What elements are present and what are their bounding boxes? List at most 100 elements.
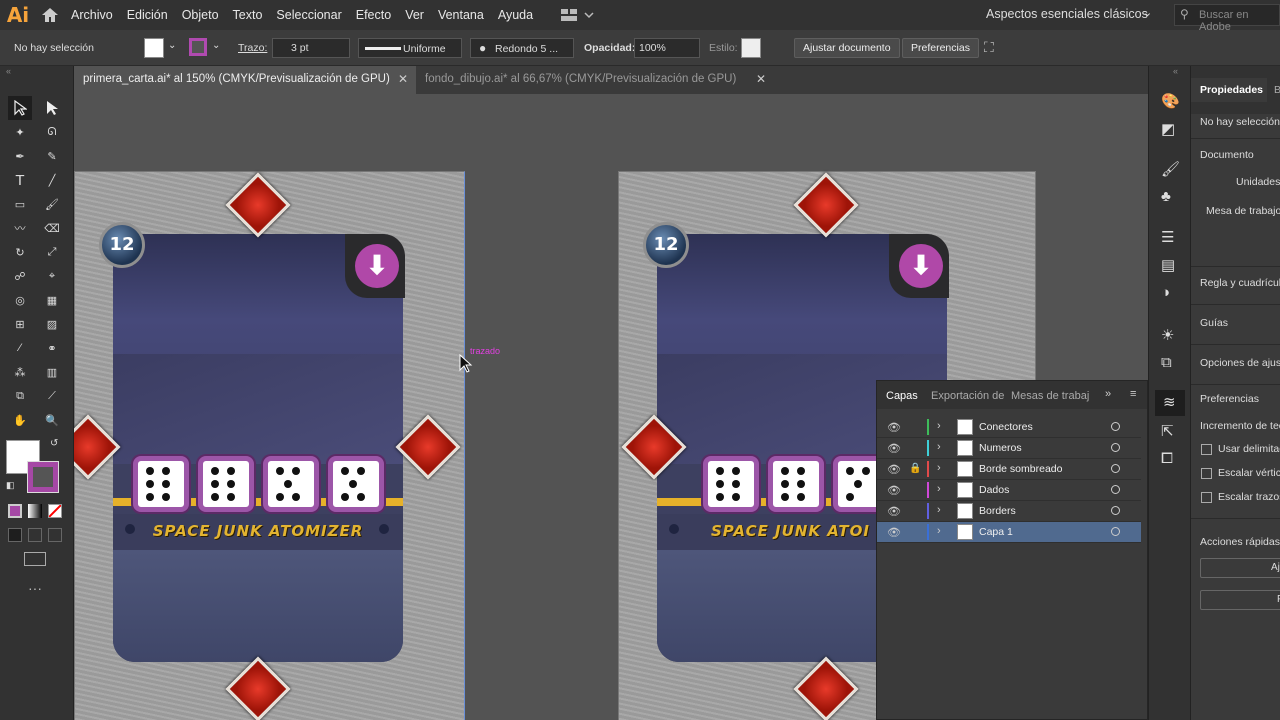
chevron-right-icon[interactable]: › bbox=[937, 462, 941, 474]
style-swatch[interactable] bbox=[741, 38, 761, 58]
menu-seleccionar[interactable]: Seleccionar bbox=[269, 8, 348, 22]
fill-swatch[interactable] bbox=[144, 38, 164, 58]
layer-row[interactable]: 👁 › Dados bbox=[877, 480, 1141, 501]
menu-objeto[interactable]: Objeto bbox=[175, 8, 226, 22]
layer-name[interactable]: Numeros bbox=[979, 442, 1022, 454]
screen-mode-icon[interactable] bbox=[24, 552, 46, 566]
symbol-sprayer-tool-icon[interactable]: ⁂ bbox=[8, 360, 32, 384]
color-guide-icon[interactable]: ◩ bbox=[1161, 120, 1175, 138]
eraser-tool-icon[interactable]: ⌫ bbox=[40, 216, 64, 240]
eye-icon[interactable]: 👁 bbox=[887, 484, 901, 497]
draw-behind-icon[interactable] bbox=[28, 528, 42, 542]
arrange-documents-icon[interactable] bbox=[560, 7, 594, 26]
target-icon[interactable] bbox=[1111, 527, 1120, 536]
chevron-right-icon[interactable]: › bbox=[937, 441, 941, 453]
target-icon[interactable] bbox=[1111, 443, 1120, 452]
expand-tabs-icon[interactable]: » bbox=[1105, 388, 1111, 400]
zoom-tool-icon[interactable]: 🔍 bbox=[40, 408, 64, 432]
stroke-weight-field[interactable]: 3 pt bbox=[272, 38, 350, 58]
tab-b[interactable]: B bbox=[1274, 84, 1280, 96]
fit-artboard-button[interactable]: Ajus bbox=[1200, 558, 1280, 578]
layer-name[interactable]: Borde sombreado bbox=[979, 463, 1062, 475]
menu-archivo[interactable]: Archivo bbox=[64, 8, 120, 22]
transform-icon[interactable]: ⛶ bbox=[984, 39, 994, 56]
target-icon[interactable] bbox=[1111, 485, 1120, 494]
lock-icon[interactable]: 🔒 bbox=[909, 463, 921, 474]
eye-icon[interactable]: 👁 bbox=[887, 421, 901, 434]
graph-tool-icon[interactable]: ▥ bbox=[40, 360, 64, 384]
direct-selection-tool-icon[interactable] bbox=[40, 96, 64, 120]
shaper-tool-icon[interactable]: 〰 bbox=[8, 216, 32, 240]
blend-tool-icon[interactable]: ⚭ bbox=[40, 336, 64, 360]
curvature-tool-icon[interactable]: ✎ bbox=[40, 144, 64, 168]
brush-definition[interactable]: ● Redondo 5 ... bbox=[470, 38, 574, 58]
workspace-chevron-icon[interactable]: ⌄ bbox=[1143, 6, 1152, 19]
tab-capas[interactable]: Capas bbox=[886, 390, 918, 402]
layer-row[interactable]: 👁 › Borders bbox=[877, 501, 1141, 522]
search-input[interactable]: Buscar en Adobe bbox=[1174, 4, 1280, 33]
fit-document-button[interactable]: Ajustar documento bbox=[794, 38, 900, 58]
panel-menu-icon[interactable]: ≡ bbox=[1130, 388, 1136, 400]
variable-width-profile[interactable]: Uniforme bbox=[358, 38, 462, 58]
menu-edicion[interactable]: Edición bbox=[120, 8, 175, 22]
chevron-right-icon[interactable]: › bbox=[937, 483, 941, 495]
gradient-panel-icon[interactable]: ▤ bbox=[1161, 256, 1175, 274]
slice-tool-icon[interactable]: ⟋ bbox=[40, 384, 64, 408]
die-six[interactable] bbox=[198, 456, 254, 512]
rotate-tool-icon[interactable]: ↻ bbox=[8, 240, 32, 264]
close-icon[interactable]: ✕ bbox=[398, 72, 408, 86]
eye-icon[interactable]: 👁 bbox=[887, 505, 901, 518]
stroke-color-icon[interactable] bbox=[27, 461, 59, 493]
brushes-icon[interactable]: 🖌 bbox=[1161, 160, 1180, 178]
rectangle-tool-icon[interactable]: ▭ bbox=[8, 192, 32, 216]
asset-export-icon[interactable]: ⇱ bbox=[1161, 422, 1174, 440]
tab-primera-carta[interactable]: primera_carta.ai* al 150% (CMYK/Previsua… bbox=[74, 66, 416, 94]
chevron-right-icon[interactable]: › bbox=[937, 525, 941, 537]
draw-inside-icon[interactable] bbox=[48, 528, 62, 542]
menu-efecto[interactable]: Efecto bbox=[349, 8, 398, 22]
line-tool-icon[interactable]: ╱ bbox=[40, 168, 64, 192]
close-icon[interactable]: ✕ bbox=[756, 72, 766, 86]
eyedropper-tool-icon[interactable]: ⁄ bbox=[8, 336, 32, 360]
more-tools-icon[interactable]: ··· bbox=[28, 580, 42, 596]
layer-name[interactable]: Borders bbox=[979, 505, 1016, 517]
none-mode-icon[interactable] bbox=[48, 504, 62, 518]
chevron-right-icon[interactable]: › bbox=[937, 504, 941, 516]
artboard-tool-icon[interactable]: ⧉ bbox=[8, 384, 32, 408]
pen-tool-icon[interactable]: ✒ bbox=[8, 144, 32, 168]
stroke-dropdown-icon[interactable]: ⌄ bbox=[212, 40, 220, 51]
layer-name[interactable]: Dados bbox=[979, 484, 1009, 496]
die-five[interactable] bbox=[328, 456, 384, 512]
gradient-mode-icon[interactable] bbox=[28, 504, 42, 518]
tab-fondo-dibujo[interactable]: fondo_dibujo.ai* al 66,67% (CMYK/Previsu… bbox=[416, 66, 766, 94]
opacity-field[interactable]: 100% bbox=[634, 38, 700, 58]
target-icon[interactable] bbox=[1111, 464, 1120, 473]
selection-tool-icon[interactable] bbox=[8, 96, 32, 120]
rulers-grid-section[interactable]: Regla y cuadrícula bbox=[1200, 277, 1280, 289]
gradient-tool-icon[interactable]: ▨ bbox=[40, 312, 64, 336]
home-icon[interactable] bbox=[36, 0, 64, 30]
eye-icon[interactable]: 👁 bbox=[887, 442, 901, 455]
die-five[interactable] bbox=[263, 456, 319, 512]
layer-row-selected[interactable]: 👁 › Capa 1 bbox=[877, 522, 1141, 543]
artboard-left[interactable]: SPACE JUNK ATOMIZER ⬇ 12 bbox=[74, 171, 465, 720]
shape-builder-tool-icon[interactable]: ◎ bbox=[8, 288, 32, 312]
default-colors-icon[interactable]: ◧ bbox=[6, 480, 15, 491]
perspective-grid-tool-icon[interactable]: ▦ bbox=[40, 288, 64, 312]
target-icon[interactable] bbox=[1111, 506, 1120, 515]
scale-strokes-checkbox[interactable] bbox=[1201, 492, 1212, 503]
free-transform-tool-icon[interactable]: ⌖ bbox=[40, 264, 64, 288]
warp-tool-icon[interactable]: ☍ bbox=[8, 264, 32, 288]
snap-options-section[interactable]: Opciones de ajuste bbox=[1200, 357, 1280, 369]
paintbrush-tool-icon[interactable]: 🖌 bbox=[40, 192, 64, 216]
collapse-icon[interactable]: « bbox=[6, 66, 11, 76]
layer-row[interactable]: 👁 › Conectores bbox=[877, 417, 1141, 438]
eye-icon[interactable]: 👁 bbox=[887, 526, 901, 539]
use-preview-bounds-checkbox[interactable] bbox=[1201, 444, 1212, 455]
tab-exportacion[interactable]: Exportación de bbox=[931, 390, 1004, 402]
layer-row[interactable]: 👁 🔒 › Borde sombreado bbox=[877, 459, 1141, 480]
graphic-styles-icon[interactable]: ⧉ bbox=[1161, 354, 1172, 371]
stroke-panel-icon[interactable]: ☰ bbox=[1161, 228, 1174, 246]
menu-ayuda[interactable]: Ayuda bbox=[491, 8, 540, 22]
color-panel-icon[interactable]: 🎨 bbox=[1161, 92, 1180, 110]
